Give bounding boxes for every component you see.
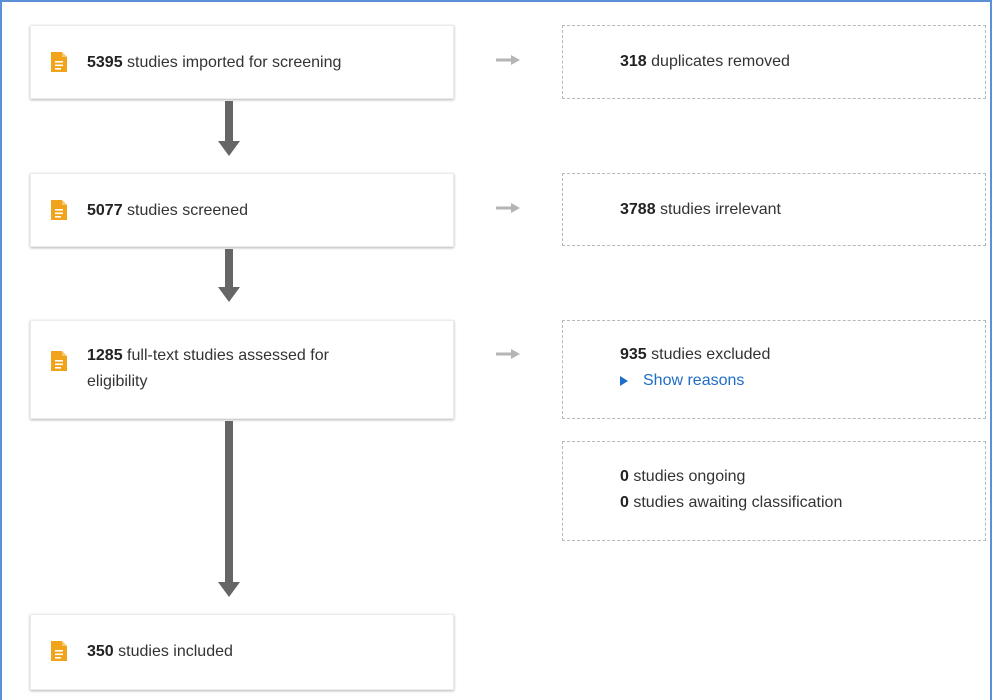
show-reasons-label: Show reasons [643,372,745,389]
irrelevant-label: studies irrelevant [660,201,781,218]
included-count: 350 [87,643,114,660]
fulltext-card: 1285 full-text studies assessed for elig… [30,320,454,419]
excluded-label: studies excluded [651,346,771,363]
duplicates-box: 318 duplicates removed [562,25,986,99]
imported-label: studies imported for screening [127,54,342,71]
irrelevant-box: 3788 studies irrelevant [562,173,986,246]
down-arrow-icon [218,421,240,597]
document-icon [51,641,67,661]
fulltext-count: 1285 [87,347,123,364]
right-arrow-icon [496,349,520,359]
awaiting-label: studies awaiting classification [633,494,843,511]
document-icon [51,200,67,220]
caret-right-icon [620,376,628,386]
document-icon [51,351,67,371]
excluded-count: 935 [620,346,647,363]
imported-count: 5395 [87,54,123,71]
fulltext-label: full-text studies assessed for eligibili… [87,347,329,390]
duplicates-text: 318 duplicates removed [620,49,969,75]
imported-text: 5395 studies imported for screening [87,50,433,76]
screened-label: studies screened [127,202,249,219]
screened-text: 5077 studies screened [87,198,433,224]
excluded-text: 935 studies excluded Show reasons [620,342,969,395]
ongoing-count: 0 [620,468,629,485]
irrelevant-text: 3788 studies irrelevant [620,197,969,223]
down-arrow-icon [218,101,240,156]
ongoing-label: studies ongoing [633,468,746,485]
imported-card: 5395 studies imported for screening [30,25,454,99]
fulltext-text: 1285 full-text studies assessed for elig… [87,343,383,395]
down-arrow-icon [218,249,240,302]
awaiting-count: 0 [620,494,629,511]
duplicates-count: 318 [620,53,647,70]
irrelevant-count: 3788 [620,201,656,218]
screened-card: 5077 studies screened [30,173,454,247]
show-reasons-link[interactable]: Show reasons [620,368,744,394]
ongoing-awaiting-box: 0 studies ongoing 0 studies awaiting cla… [562,441,986,541]
duplicates-label: duplicates removed [651,53,790,70]
awaiting-line: 0 studies awaiting classification [620,490,969,516]
included-text: 350 studies included [87,639,433,665]
ongoing-line: 0 studies ongoing [620,464,969,490]
document-icon [51,52,67,72]
right-arrow-icon [496,55,520,65]
right-arrow-icon [496,203,520,213]
screened-count: 5077 [87,202,123,219]
ongoing-awaiting-text: 0 studies ongoing 0 studies awaiting cla… [620,464,969,516]
excluded-box: 935 studies excluded Show reasons [562,320,986,419]
included-label: studies included [118,643,233,660]
included-card: 350 studies included [30,614,454,690]
